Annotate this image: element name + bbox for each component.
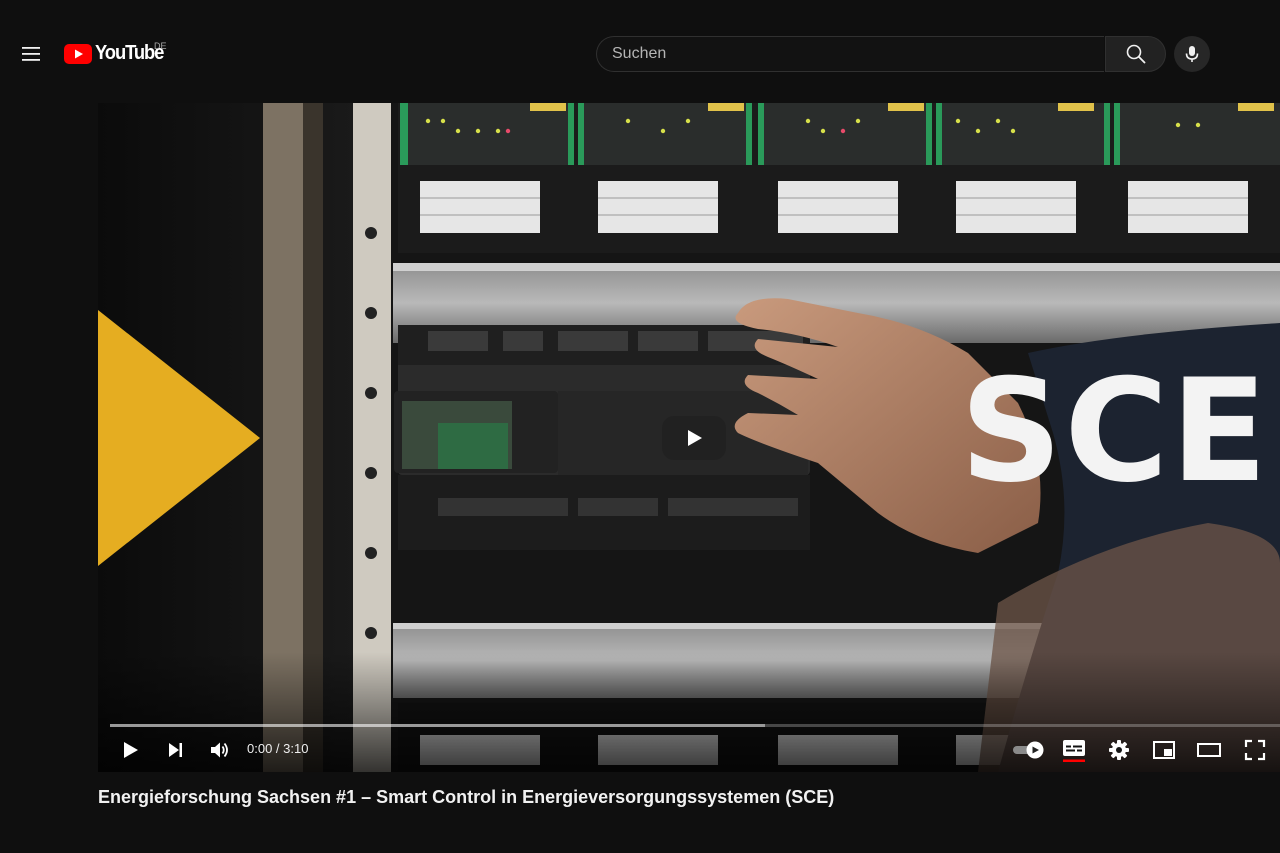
large-play-button[interactable] (662, 416, 726, 460)
next-icon (169, 743, 182, 757)
menu-button[interactable] (14, 37, 48, 71)
search-icon (1126, 44, 1145, 64)
logo-wordmark: YouTube (95, 42, 164, 64)
theater-icon (1197, 743, 1221, 757)
fullscreen-icon (1244, 739, 1266, 761)
country-code: DE (154, 41, 167, 51)
search-button[interactable] (1105, 36, 1166, 72)
search-input[interactable] (597, 37, 1104, 71)
theater-mode-button[interactable] (1193, 734, 1225, 766)
volume-icon (211, 742, 228, 758)
settings-icon (1109, 740, 1129, 760)
subtitles-button[interactable] (1058, 734, 1090, 766)
progress-buffered (110, 724, 766, 727)
play-icon (688, 430, 702, 446)
progress-bar[interactable] (110, 724, 1280, 727)
autoplay-toggle-icon (1013, 741, 1044, 759)
play-icon (124, 742, 138, 758)
youtube-logo-icon (64, 43, 92, 64)
autoplay-toggle[interactable] (1009, 734, 1049, 766)
settings-button[interactable] (1103, 734, 1135, 766)
time-display: 0:00 / 3:10 (247, 741, 309, 756)
mic-icon (1185, 46, 1199, 62)
play-button[interactable] (114, 734, 146, 766)
miniplayer-icon (1153, 741, 1175, 759)
masthead: YouTube DE (0, 0, 1280, 108)
fullscreen-button[interactable] (1239, 734, 1271, 766)
search-box (596, 36, 1104, 72)
menu-icon (22, 47, 40, 61)
video-title: Energieforschung Sachsen #1 – Smart Cont… (98, 787, 835, 807)
volume-button[interactable] (203, 734, 235, 766)
miniplayer-button[interactable] (1148, 734, 1180, 766)
video-overlay-text: SCE (960, 349, 1270, 514)
next-button[interactable] (159, 734, 191, 766)
video-player[interactable]: SCE 0:00 / 3:10 (98, 103, 1280, 772)
voice-search-button[interactable] (1174, 36, 1210, 72)
subtitles-icon (1063, 740, 1085, 762)
